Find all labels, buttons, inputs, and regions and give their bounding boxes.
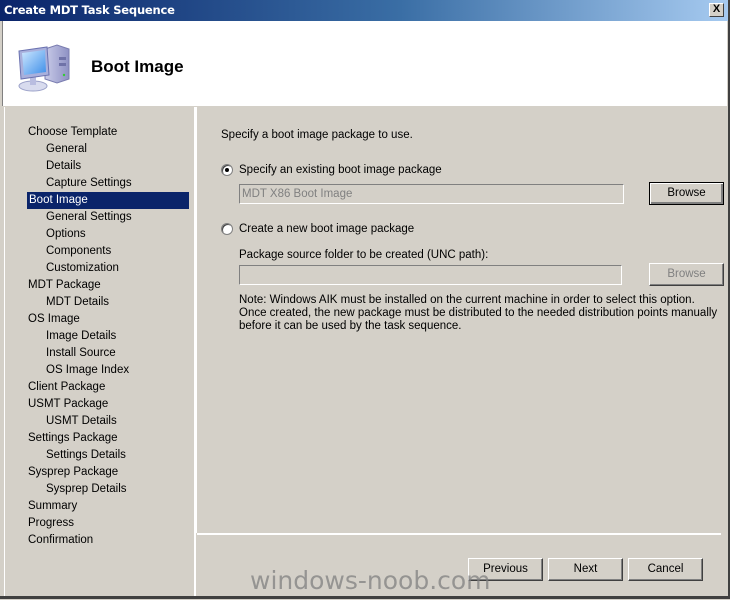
wizard-steps: Choose Template General Details Capture Set… <box>4 107 196 596</box>
wizard-header: Boot Image <box>2 21 727 106</box>
computer-icon <box>18 44 70 92</box>
sidebar-item-os-image: OS Image <box>28 313 80 325</box>
wizard-window: Create MDT Task Sequence X Boot Image Ch… <box>0 0 730 599</box>
sidebar-item-options: Options <box>46 228 86 240</box>
content-pane: Specify a boot image package to use. Spe… <box>196 107 727 533</box>
sidebar-item-settings-package: Settings Package <box>28 432 118 444</box>
radio-existing-package[interactable]: Specify an existing boot image package <box>221 162 442 178</box>
sidebar-item-sysprep-details: Sysprep Details <box>46 483 127 495</box>
sidebar-item-settings-details: Settings Details <box>46 449 126 461</box>
sidebar-item-choose-template: Choose Template <box>28 126 118 138</box>
sidebar-item-capture-settings: Capture Settings <box>46 177 132 189</box>
sidebar-item-summary: Summary <box>28 500 78 512</box>
next-button[interactable]: Next <box>548 558 623 581</box>
sidebar-item-install-source: Install Source <box>46 347 116 359</box>
radio-new-package[interactable]: Create a new boot image package <box>221 221 414 237</box>
sidebar-item-progress: Progress <box>28 517 75 529</box>
sidebar-item-confirmation: Confirmation <box>28 534 94 546</box>
unc-path-field[interactable] <box>239 265 622 285</box>
sidebar-item-mdt-details: MDT Details <box>46 296 110 308</box>
sidebar-item-image-details: Image Details <box>46 330 117 342</box>
footer-divider <box>197 533 721 535</box>
aik-note: Note: Windows AIK must be installed on t… <box>239 294 718 332</box>
intro-text: Specify a boot image package to use. <box>221 129 413 141</box>
sidebar-item-os-image-index: OS Image Index <box>46 364 130 376</box>
sidebar-item-usmt-package: USMT Package <box>28 398 109 410</box>
radio-unchecked-icon[interactable] <box>221 222 233 235</box>
browse-existing-button[interactable]: Browse <box>649 182 724 205</box>
sidebar-item-mdt-package: MDT Package <box>28 279 101 291</box>
sidebar-item-general-settings: General Settings <box>46 211 132 223</box>
radio-new-label: Create a new boot image package <box>239 223 415 235</box>
page-title: Boot Image <box>91 57 184 76</box>
sidebar-item-customization: Customization <box>46 262 119 274</box>
sidebar-item-boot-image: Boot Image <box>27 192 189 209</box>
cancel-button[interactable]: Cancel <box>628 558 703 581</box>
sidebar-item-components: Components <box>46 245 112 257</box>
sidebar-item-sysprep-package: Sysprep Package <box>28 466 119 478</box>
sidebar-item-details: Details <box>46 160 82 172</box>
window-title: Create MDT Task Sequence <box>4 3 175 17</box>
radio-existing-label: Specify an existing boot image package <box>239 164 442 176</box>
watermark: windows-noob.com <box>250 566 491 595</box>
unc-path-label: Package source folder to be created (UNC… <box>239 249 489 261</box>
close-icon: X <box>712 3 721 15</box>
sidebar-item-general: General <box>46 143 87 155</box>
sidebar-item-usmt-details: USMT Details <box>46 415 117 427</box>
radio-checked-icon[interactable] <box>221 163 233 176</box>
browse-new-button[interactable]: Browse <box>649 263 724 286</box>
existing-package-field[interactable]: MDT X86 Boot Image <box>239 184 624 204</box>
sidebar-item-client-package: Client Package <box>28 381 106 393</box>
close-button[interactable]: X <box>709 3 724 17</box>
title-bar: Create MDT Task Sequence X <box>0 0 728 21</box>
